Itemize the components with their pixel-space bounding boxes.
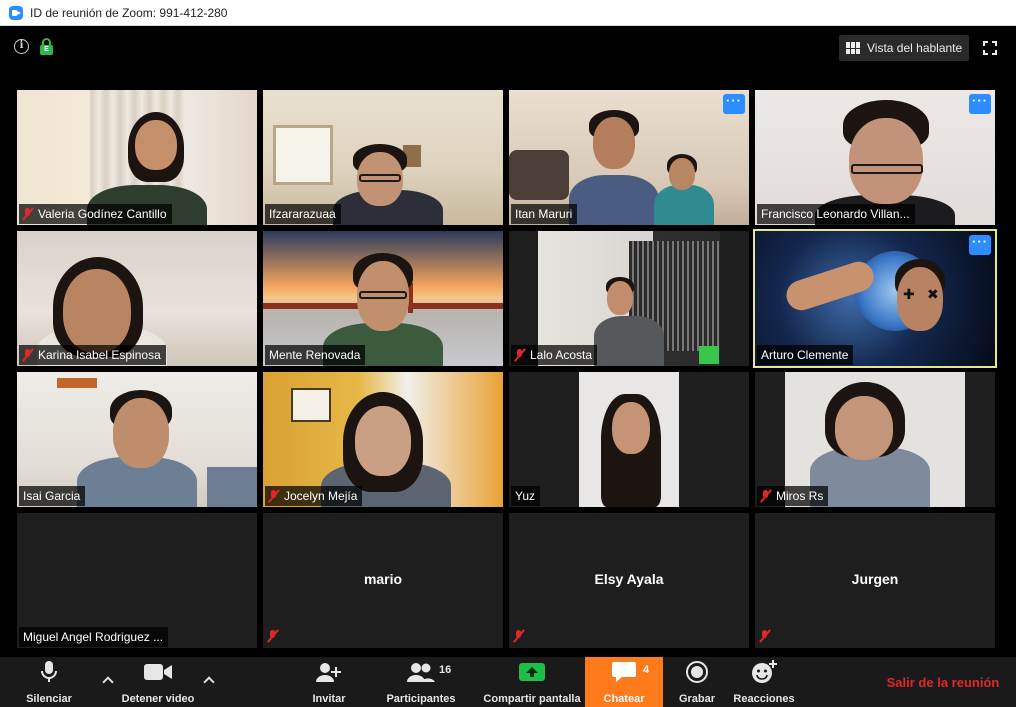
participant-name-bar: Itan Maruri bbox=[511, 204, 578, 224]
chat-button[interactable]: Chatear bbox=[585, 657, 663, 707]
participant-tile[interactable]: Ifzararazuaa bbox=[263, 90, 503, 225]
participant-tile-video-off[interactable]: Miguel Angel Rodriguez ... bbox=[17, 513, 257, 648]
participant-tile[interactable]: Lalo Acosta bbox=[509, 231, 749, 366]
participant-name-bar: Isai Garcia bbox=[19, 486, 86, 506]
video-camera-icon bbox=[144, 657, 172, 687]
participant-tile-active-speaker[interactable]: ✚ ✖ ··· Arturo Clemente bbox=[753, 229, 997, 368]
muted-mic-icon bbox=[760, 630, 770, 643]
leave-meeting-button[interactable]: Salir de la reunión bbox=[880, 657, 1006, 707]
more-options-button[interactable]: ··· bbox=[969, 94, 991, 114]
stop-video-button[interactable]: Detener video bbox=[118, 657, 198, 707]
participant-name-bar: Yuz bbox=[511, 486, 541, 506]
participant-tile[interactable]: Valeria Godínez Cantillo bbox=[17, 90, 257, 225]
audio-options-caret[interactable] bbox=[102, 675, 112, 685]
participant-name-bar: Arturo Clemente bbox=[757, 345, 854, 365]
encryption-lock-icon[interactable]: E bbox=[40, 38, 53, 55]
participant-name: Karina Isabel Espinosa bbox=[38, 348, 161, 362]
mute-label: Silenciar bbox=[26, 693, 72, 705]
participant-name-bar: Jocelyn Mejía bbox=[265, 486, 363, 506]
participant-name: Valeria Godínez Cantillo bbox=[38, 207, 167, 221]
participant-tile[interactable]: Jocelyn Mejía bbox=[263, 372, 503, 507]
participant-name: Mente Renovada bbox=[269, 348, 361, 362]
gallery-grid-icon bbox=[846, 42, 860, 54]
muted-mic-icon bbox=[515, 348, 525, 362]
participant-tile[interactable]: Yuz bbox=[509, 372, 749, 507]
participant-name: Isai Garcia bbox=[23, 489, 81, 503]
participant-name: Lalo Acosta bbox=[530, 348, 593, 362]
share-screen-button[interactable]: Compartir pantalla bbox=[482, 657, 582, 707]
zoom-logo-icon bbox=[9, 5, 23, 20]
record-button[interactable]: Grabar bbox=[676, 657, 718, 707]
participant-name: Arturo Clemente bbox=[761, 348, 849, 362]
stop-video-label: Detener video bbox=[121, 693, 195, 705]
invite-button[interactable]: Invitar bbox=[306, 657, 352, 707]
participant-center-name: Elsy Ayala bbox=[594, 571, 664, 587]
participant-name-bar: Ifzararazuaa bbox=[265, 204, 341, 224]
participants-count: 16 bbox=[439, 664, 452, 676]
meeting-toolbar: Silenciar Detener video Invitar Particip… bbox=[0, 657, 1016, 707]
participant-tile[interactable]: Karina Isabel Espinosa bbox=[17, 231, 257, 366]
video-options-caret[interactable] bbox=[203, 675, 213, 685]
participant-name-bar: Lalo Acosta bbox=[511, 345, 598, 365]
participant-tile-video-off[interactable]: mario bbox=[263, 513, 503, 648]
participant-tile-video-off[interactable]: Jurgen bbox=[755, 513, 995, 648]
muted-mic-icon bbox=[269, 489, 279, 503]
info-icon[interactable]: i bbox=[14, 39, 29, 54]
muted-mic-icon bbox=[23, 207, 33, 221]
participant-tile[interactable]: Miros Rs bbox=[755, 372, 995, 507]
participant-name-bar: Miros Rs bbox=[757, 486, 829, 506]
participant-name-bar: Karina Isabel Espinosa bbox=[19, 345, 166, 365]
participant-name: Miros Rs bbox=[776, 489, 824, 503]
muted-mic-icon bbox=[23, 348, 33, 362]
chat-label: Chatear bbox=[603, 693, 645, 705]
participant-name: Yuz bbox=[515, 489, 536, 503]
microphone-icon bbox=[41, 657, 57, 687]
participants-icon bbox=[407, 657, 435, 687]
window-title: ID de reunión de Zoom: 991-412-280 bbox=[30, 5, 228, 20]
speaker-view-button[interactable]: Vista del hablante bbox=[839, 35, 969, 61]
share-screen-icon bbox=[519, 657, 545, 687]
add-user-icon bbox=[316, 657, 342, 687]
invite-label: Invitar bbox=[312, 693, 346, 705]
reactions-label: Reacciones bbox=[733, 693, 795, 705]
participant-name: Miguel Angel Rodriguez ... bbox=[23, 630, 164, 644]
speaker-view-label: Vista del hablante bbox=[867, 41, 963, 55]
participant-name: Francisco Leonardo Villan... bbox=[761, 207, 910, 221]
more-options-button[interactable]: ··· bbox=[969, 235, 991, 255]
reactions-button[interactable]: Reacciones bbox=[732, 657, 796, 707]
record-icon bbox=[685, 657, 709, 687]
participant-tile[interactable]: ··· Itan Maruri bbox=[509, 90, 749, 225]
participant-name-bar: Valeria Godínez Cantillo bbox=[19, 204, 172, 224]
fullscreen-icon[interactable] bbox=[983, 41, 997, 55]
muted-mic-icon bbox=[761, 489, 771, 503]
window-title-bar: ID de reunión de Zoom: 991-412-280 bbox=[0, 0, 1016, 26]
participant-tile-video-off[interactable]: Elsy Ayala bbox=[509, 513, 749, 648]
participant-name: Itan Maruri bbox=[515, 207, 573, 221]
participant-center-name: mario bbox=[363, 571, 403, 587]
participant-name-bar: Francisco Leonardo Villan... bbox=[757, 204, 915, 224]
share-screen-label: Compartir pantalla bbox=[483, 693, 581, 705]
participant-center-name: Jurgen bbox=[851, 571, 899, 587]
participant-name-bar: Mente Renovada bbox=[265, 345, 366, 365]
participants-label: Participantes bbox=[386, 693, 456, 705]
participant-name: Ifzararazuaa bbox=[269, 207, 336, 221]
more-options-button[interactable]: ··· bbox=[723, 94, 745, 114]
chat-bubble-icon bbox=[611, 657, 637, 687]
participant-tile[interactable]: Isai Garcia bbox=[17, 372, 257, 507]
reaction-smiley-icon bbox=[751, 657, 777, 687]
mute-button[interactable]: Silenciar bbox=[20, 657, 78, 707]
participant-tile[interactable]: ··· Francisco Leonardo Villan... bbox=[755, 90, 995, 225]
chat-unread-count: 4 bbox=[643, 664, 650, 676]
participant-name: Jocelyn Mejía bbox=[284, 489, 358, 503]
record-label: Grabar bbox=[678, 693, 716, 705]
participant-tile[interactable]: Mente Renovada bbox=[263, 231, 503, 366]
meeting-top-strip: i E Vista del hablante bbox=[0, 27, 1016, 67]
participant-name-bar: Miguel Angel Rodriguez ... bbox=[19, 627, 169, 647]
muted-mic-icon bbox=[514, 630, 524, 643]
muted-mic-icon bbox=[268, 630, 278, 643]
